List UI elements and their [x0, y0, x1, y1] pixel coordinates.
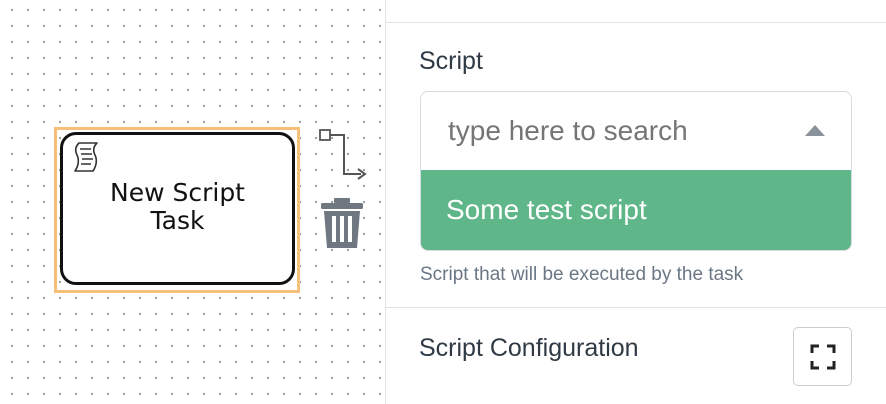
dropdown-option-some-test-script[interactable]: Some test script — [421, 170, 851, 250]
script-configuration-label: Script Configuration — [419, 334, 639, 362]
script-field-label: Script — [419, 47, 483, 75]
script-search-input[interactable] — [421, 92, 851, 170]
panel-top-divider — [386, 22, 886, 23]
properties-panel: Script Some test script Script that will… — [385, 0, 886, 404]
script-help-text: Script that will be executed by the task — [420, 264, 744, 285]
expand-script-config-button[interactable] — [793, 327, 852, 386]
fullscreen-icon — [810, 344, 836, 370]
section-divider — [386, 307, 886, 308]
caret-up-icon[interactable] — [805, 125, 825, 136]
script-task[interactable]: New Script Task — [60, 132, 295, 285]
diagram-canvas[interactable]: New Script Task — [0, 0, 385, 404]
script-dropdown[interactable]: Some test script — [420, 91, 852, 251]
script-scroll-icon — [74, 142, 98, 172]
connect-arrow-icon[interactable] — [317, 127, 367, 182]
task-label: New Script Task — [110, 178, 245, 235]
trash-icon[interactable] — [320, 197, 364, 249]
